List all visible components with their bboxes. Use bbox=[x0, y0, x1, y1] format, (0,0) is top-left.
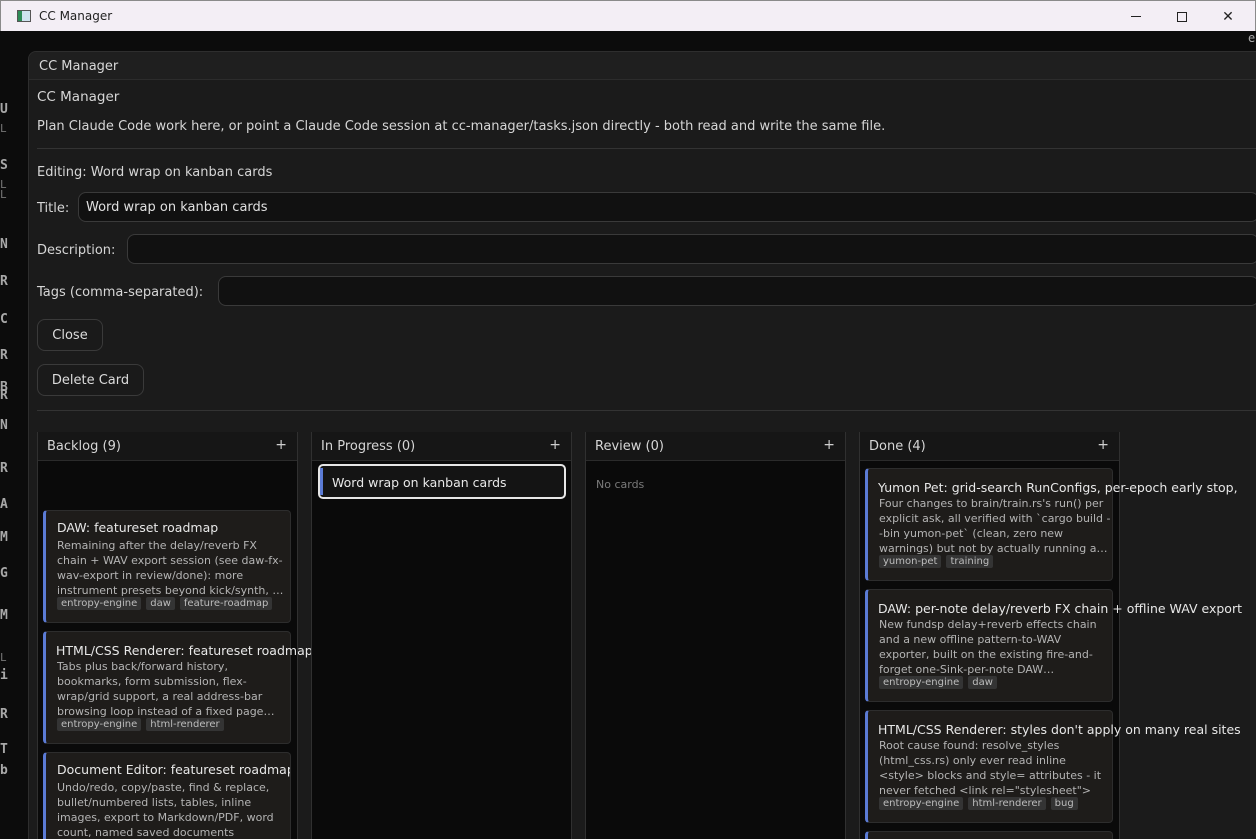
card-title: DAW: per-note delay/reverb FX chain + of… bbox=[878, 601, 1242, 616]
tags-label: Tags (comma-separated): bbox=[37, 285, 204, 300]
column-in-progress: In Progress (0) + Word wrap on kanban ca… bbox=[311, 432, 572, 839]
background-terminal-glyph: b bbox=[0, 763, 8, 778]
tag: bug bbox=[1050, 797, 1078, 810]
minimize-button[interactable] bbox=[1113, 1, 1159, 32]
card-description: Remaining after the delay/reverb FX chai… bbox=[57, 539, 284, 597]
background-terminal-glyph: L bbox=[0, 122, 7, 135]
delete-card-button[interactable]: Delete Card bbox=[37, 364, 144, 396]
add-card-button[interactable]: + bbox=[823, 437, 835, 453]
column-header: Done (4) + bbox=[860, 432, 1119, 461]
background-terminal-glyph: T bbox=[0, 742, 8, 757]
background-terminal-glyph: U bbox=[0, 102, 8, 117]
tag: entropy-engine bbox=[57, 718, 142, 731]
maximize-icon bbox=[1177, 11, 1187, 22]
cc-manager-panel: CC Manager CC Manager Plan Claude Code w… bbox=[28, 51, 1256, 839]
background-terminal-glyph: e bbox=[1248, 31, 1256, 45]
card-description: Root cause found: resolve_styles (html_c… bbox=[879, 739, 1102, 797]
card-title: Document Editor: featureset roadmap bbox=[57, 762, 291, 777]
add-card-button[interactable]: + bbox=[1097, 437, 1109, 453]
panel-header[interactable]: CC Manager bbox=[29, 52, 1256, 80]
page-heading: CC Manager bbox=[37, 89, 120, 105]
description-label: Description: bbox=[37, 243, 116, 258]
kanban-card-selected[interactable]: Word wrap on kanban cards bbox=[318, 464, 566, 499]
tag: feature-roadmap bbox=[179, 597, 273, 610]
window-titlebar[interactable]: CC Manager ✕ bbox=[0, 0, 1256, 31]
card-title: HTML/CSS Renderer: styles don't apply on… bbox=[878, 722, 1241, 737]
column-header: Backlog (9) + bbox=[38, 432, 297, 461]
card-title: DAW: featureset roadmap bbox=[57, 520, 219, 535]
tag: yumon-pet bbox=[879, 555, 942, 568]
app-icon bbox=[17, 10, 31, 22]
tag: entropy-engine bbox=[879, 797, 964, 810]
card-title: Word wrap on kanban cards bbox=[332, 475, 507, 490]
card-tags: entropy-engine daw bbox=[879, 676, 997, 689]
divider bbox=[37, 148, 1256, 149]
tag: entropy-engine bbox=[879, 676, 964, 689]
card-tags: entropy-engine html-renderer bug bbox=[879, 797, 1078, 810]
add-card-button[interactable]: + bbox=[549, 437, 561, 453]
background-terminal-glyph: R bbox=[0, 274, 8, 289]
empty-column-text: No cards bbox=[596, 478, 645, 491]
description-input[interactable] bbox=[127, 234, 1256, 264]
card-title: Yumon Pet: grid-search RunConfigs, per-e… bbox=[878, 480, 1238, 495]
card-description: Four changes to brain/train.rs's run() p… bbox=[879, 497, 1111, 555]
card-tags: entropy-engine html-renderer bbox=[57, 718, 224, 731]
column-title: Backlog (9) bbox=[47, 439, 121, 454]
background-terminal-glyph: G bbox=[0, 566, 8, 581]
close-window-button[interactable]: ✕ bbox=[1205, 1, 1251, 32]
tag: html-renderer bbox=[968, 797, 1046, 810]
editing-label: Editing: Word wrap on kanban cards bbox=[37, 165, 273, 180]
window-client-area: ULSLLNRCRBRNRAMGMLiRTb eetkT CC Manager … bbox=[0, 31, 1256, 839]
background-terminal-glyph: C bbox=[0, 312, 8, 327]
background-terminal-glyph: M bbox=[0, 530, 8, 545]
card-title: HTML/CSS Renderer: featureset roadmap bbox=[56, 643, 313, 658]
column-title: In Progress (0) bbox=[321, 439, 416, 454]
card-description: Tabs plus back/forward history, bookmark… bbox=[57, 660, 275, 718]
maximize-button[interactable] bbox=[1159, 1, 1205, 32]
page-subtitle: Plan Claude Code work here, or point a C… bbox=[37, 119, 886, 134]
add-card-button[interactable]: + bbox=[275, 437, 287, 453]
window-title: CC Manager bbox=[39, 9, 113, 23]
tag: html-renderer bbox=[146, 718, 224, 731]
background-terminal-glyph: L bbox=[0, 651, 7, 664]
background-terminal-glyph: R bbox=[0, 707, 8, 722]
column-title: Done (4) bbox=[869, 439, 926, 454]
column-header: In Progress (0) + bbox=[312, 432, 571, 461]
column-backlog: Backlog (9) + DAW: featureset roadmap Re… bbox=[37, 432, 298, 839]
background-terminal-glyph: M bbox=[0, 608, 8, 623]
column-title: Review (0) bbox=[595, 439, 664, 454]
title-label: Title: bbox=[37, 201, 70, 216]
background-terminal-glyph: S bbox=[0, 158, 8, 173]
card-description: Undo/redo, copy/paste, find & replace, b… bbox=[57, 781, 274, 839]
close-icon: ✕ bbox=[1222, 8, 1234, 25]
close-button[interactable]: Close bbox=[37, 319, 103, 351]
panel-title: CC Manager bbox=[39, 59, 119, 74]
tag: daw bbox=[968, 676, 997, 689]
background-terminal-glyph: A bbox=[0, 497, 8, 512]
card-tags: yumon-pet training bbox=[879, 555, 994, 568]
background-terminal-glyph: N bbox=[0, 237, 8, 252]
tag: daw bbox=[146, 597, 175, 610]
column-header: Review (0) + bbox=[586, 432, 845, 461]
kanban-card[interactable] bbox=[865, 831, 1113, 839]
column-review: Review (0) + No cards bbox=[585, 432, 846, 839]
title-input[interactable]: Word wrap on kanban cards bbox=[78, 192, 1256, 222]
tag: entropy-engine bbox=[57, 597, 142, 610]
kanban-card[interactable]: DAW: featureset roadmap Remaining after … bbox=[43, 510, 291, 623]
background-terminal-glyph: R bbox=[0, 461, 8, 476]
background-terminal-glyph: R bbox=[0, 388, 8, 403]
tags-input[interactable] bbox=[218, 276, 1256, 306]
minimize-icon bbox=[1131, 16, 1141, 17]
card-description: New fundsp delay+reverb effects chain an… bbox=[879, 618, 1097, 676]
background-terminal-glyph: N bbox=[0, 418, 8, 433]
background-terminal-glyph: R bbox=[0, 348, 8, 363]
background-terminal-glyph: i bbox=[0, 668, 8, 683]
background-terminal-glyph: L bbox=[0, 188, 7, 201]
tag: training bbox=[946, 555, 994, 568]
divider bbox=[37, 410, 1256, 411]
card-tags: entropy-engine daw feature-roadmap bbox=[57, 597, 273, 610]
kanban-card[interactable]: Document Editor: featureset roadmap Undo… bbox=[43, 752, 291, 839]
